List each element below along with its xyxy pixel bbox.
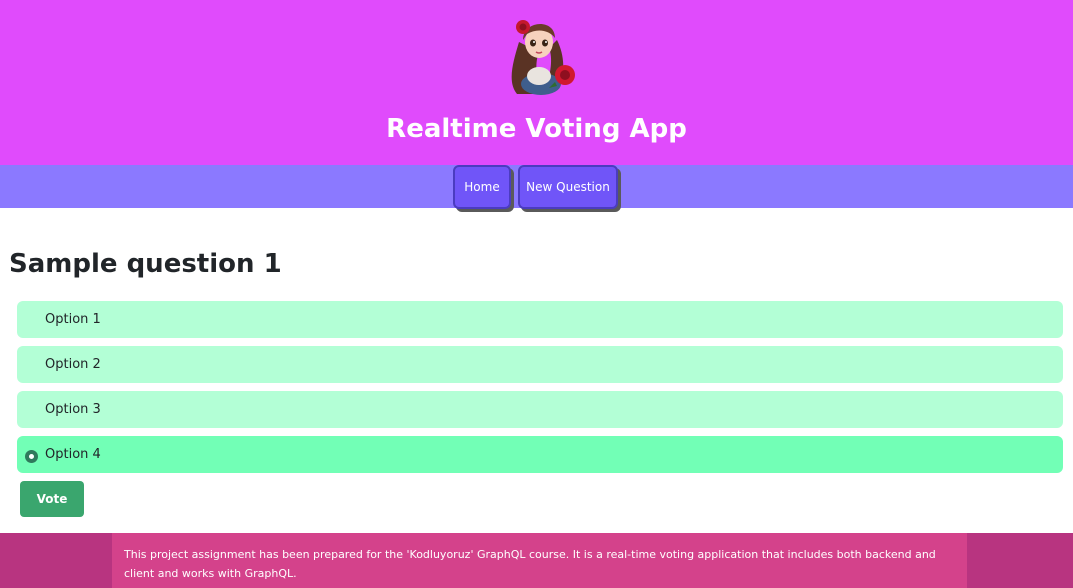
option-1-label: Option 1: [45, 312, 101, 327]
option-3[interactable]: Option 3: [17, 391, 1063, 428]
option-4-label: Option 4: [45, 447, 101, 462]
nav-home-button[interactable]: Home: [453, 165, 511, 209]
avatar: [511, 20, 575, 95]
app-header: Realtime Voting App: [0, 0, 1073, 165]
question-title: Sample question 1: [9, 249, 282, 279]
option-2[interactable]: Option 2: [17, 346, 1063, 383]
option-4-radio[interactable]: [25, 450, 38, 463]
app-title: Realtime Voting App: [386, 114, 687, 144]
footer-description: This project assignment has been prepare…: [112, 533, 967, 588]
nav-new-question-button[interactable]: New Question: [518, 165, 618, 209]
question-panel: Sample question 1 Option 1 Option 2 Opti…: [0, 208, 1073, 533]
option-1[interactable]: Option 1: [17, 301, 1063, 338]
vote-button[interactable]: Vote: [20, 481, 84, 517]
option-2-label: Option 2: [45, 357, 101, 372]
option-3-label: Option 3: [45, 402, 101, 417]
navbar: Home New Question: [0, 165, 1073, 209]
footer: This project assignment has been prepare…: [0, 533, 1073, 588]
option-4[interactable]: Option 4: [17, 436, 1063, 473]
